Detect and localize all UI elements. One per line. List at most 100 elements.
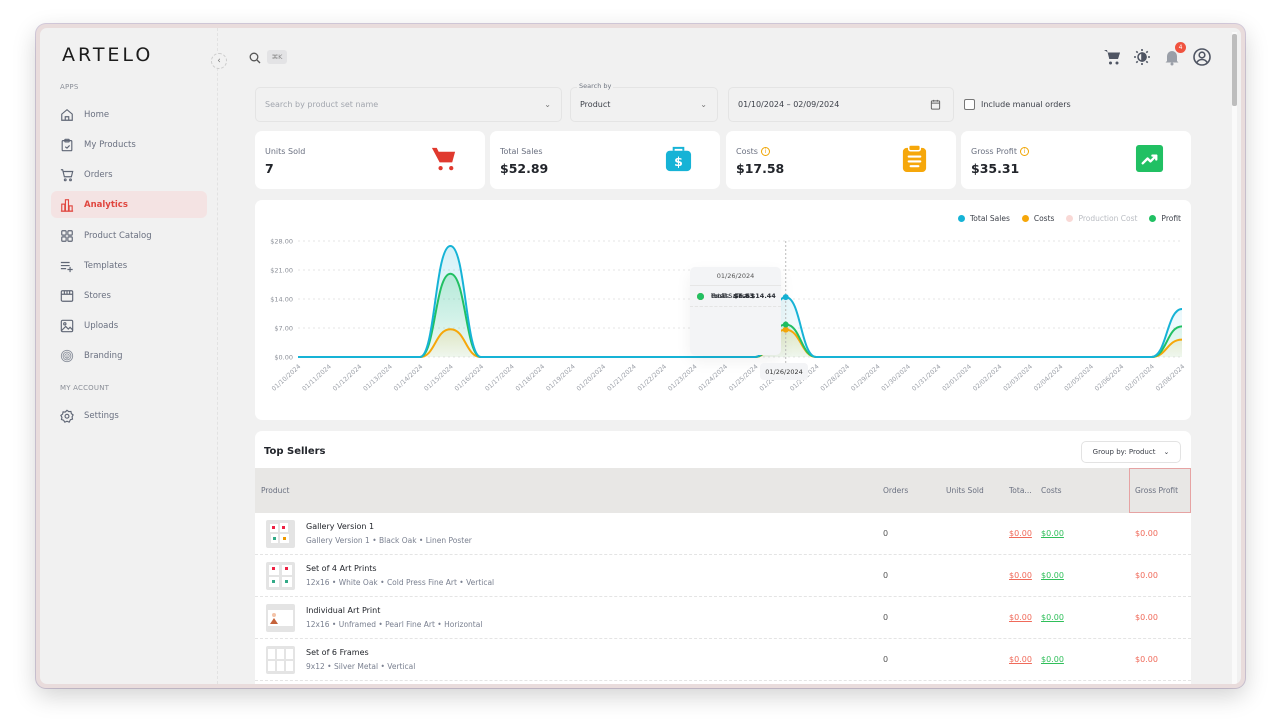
- y-tick-label: $21.00: [270, 267, 293, 275]
- gross-profit-value: $0.00: [1135, 655, 1158, 664]
- col-product[interactable]: Product: [261, 486, 289, 495]
- col-orders[interactable]: Orders: [883, 486, 908, 495]
- total-sales-link[interactable]: $0.00: [1009, 655, 1032, 664]
- x-tick-label: 01/30/2024: [880, 363, 912, 392]
- shopping-cart-icon: [1104, 50, 1120, 65]
- col-costs[interactable]: Costs: [1041, 486, 1062, 495]
- x-tick-label: 01/10/2024: [271, 363, 303, 392]
- cart-button[interactable]: [1103, 48, 1121, 66]
- app-window: ARTELO ‹ APPS Home My Products Orders An…: [36, 24, 1245, 688]
- costs-link[interactable]: $0.00: [1041, 613, 1064, 622]
- costs-link[interactable]: $0.00: [1041, 529, 1064, 538]
- info-icon[interactable]: i: [1019, 147, 1029, 156]
- sidebar-item-my-products[interactable]: My Products: [51, 131, 207, 158]
- notifications-button[interactable]: 4: [1163, 42, 1186, 66]
- gear-icon: [60, 409, 74, 423]
- date-range-value: 01/10/2024 – 02/09/2024: [738, 100, 840, 109]
- col-gross-profit[interactable]: Gross Profit: [1135, 486, 1178, 495]
- collapse-sidebar-button[interactable]: ‹: [211, 53, 227, 69]
- theme-toggle-button[interactable]: [1133, 48, 1151, 66]
- product-name[interactable]: Gallery Version 1: [306, 522, 374, 531]
- x-tick-label: 01/11/2024: [301, 363, 333, 392]
- sidebar-item-settings[interactable]: Settings: [51, 402, 207, 429]
- product-thumbnail: [266, 604, 295, 632]
- search-shortcut-badge[interactable]: ⌘K: [267, 50, 287, 64]
- gross-profit-value: $0.00: [1135, 613, 1158, 622]
- search-icon[interactable]: [249, 52, 261, 64]
- x-axis-crosshair-label: 01/26/2024: [760, 363, 808, 380]
- x-tick-label: 01/15/2024: [423, 363, 455, 392]
- group-by-value: Group by: Product: [1092, 448, 1156, 456]
- x-tick-label: 02/06/2024: [1094, 363, 1126, 392]
- search-by-select[interactable]: Search by Product ⌄: [570, 82, 718, 122]
- stat-card-total-sales: Total Sales $52.89 $: [490, 131, 720, 189]
- account-avatar-button[interactable]: [1193, 48, 1211, 66]
- x-tick-label: 01/12/2024: [332, 363, 364, 392]
- col-units-sold[interactable]: Units Sold: [946, 486, 984, 495]
- sidebar-item-label: My Products: [84, 139, 136, 150]
- x-tick-label: 01/28/2024: [819, 363, 851, 392]
- section-label-apps: APPS: [60, 83, 79, 91]
- chevron-down-icon: ⌄: [700, 100, 707, 109]
- product-name[interactable]: Set of 6 Frames: [306, 648, 369, 657]
- grid-icon: [61, 229, 73, 242]
- x-tick-label: 01/24/2024: [697, 363, 729, 392]
- total-sales-link[interactable]: $0.00: [1009, 613, 1032, 622]
- sidebar-item-analytics[interactable]: Analytics: [51, 191, 207, 218]
- gross-profit-value: $0.00: [1135, 571, 1158, 580]
- table-row[interactable]: Set of 6 Frames 9x12 • Silver Metal • Ver…: [255, 639, 1191, 681]
- trending-up-icon: [1135, 144, 1164, 173]
- product-thumbnail: [266, 520, 295, 548]
- sidebar-item-orders[interactable]: Orders: [51, 161, 207, 188]
- costs-link[interactable]: $0.00: [1041, 655, 1064, 664]
- checkbox-box[interactable]: [964, 99, 975, 110]
- x-tick-label: 02/03/2024: [1002, 363, 1034, 392]
- chevron-down-icon: ⌄: [544, 100, 551, 109]
- store-icon: [60, 289, 74, 302]
- group-by-dropdown[interactable]: Group by: Product ⌄: [1081, 441, 1181, 463]
- calendar-icon[interactable]: [930, 99, 941, 110]
- include-manual-orders-checkbox[interactable]: Include manual orders: [964, 99, 1071, 110]
- product-name[interactable]: Individual Art Print: [306, 606, 380, 615]
- x-tick-label: 02/04/2024: [1033, 363, 1065, 392]
- product-set-search-input[interactable]: Search by product set name ⌄: [255, 87, 562, 122]
- brightness-icon: [1134, 49, 1150, 65]
- col-total-sales[interactable]: Tota...: [1009, 486, 1032, 495]
- sidebar-item-uploads[interactable]: Uploads: [51, 312, 207, 339]
- tooltip-label: Profit:: [711, 292, 731, 300]
- logo[interactable]: ARTELO: [62, 44, 153, 66]
- product-set-search-placeholder: Search by product set name: [265, 100, 379, 109]
- sidebar-item-label: Uploads: [84, 320, 119, 331]
- product-details: 12x16 • White Oak • Cold Press Fine Art …: [306, 578, 495, 587]
- table-row[interactable]: Gallery Version 1 Gallery Version 1 • Bla…: [255, 513, 1191, 555]
- scrollbar-thumb[interactable]: [1232, 34, 1237, 106]
- info-icon[interactable]: i: [760, 147, 770, 156]
- x-tick-label: 01/17/2024: [484, 363, 516, 392]
- fingerprint-icon: [60, 349, 74, 362]
- stat-label-text: Costs: [736, 147, 758, 156]
- total-sales-link[interactable]: $0.00: [1009, 529, 1032, 538]
- stat-value: 7: [265, 161, 274, 176]
- cart-icon: [60, 168, 74, 181]
- topbar-actions: 4: [1103, 42, 1211, 66]
- tooltip-dot: [697, 292, 704, 300]
- search-by-value: Product: [580, 100, 611, 109]
- sidebar-item-stores[interactable]: Stores: [51, 282, 207, 309]
- page-scrollbar[interactable]: [1232, 32, 1237, 684]
- product-name[interactable]: Set of 4 Art Prints: [306, 564, 377, 573]
- x-tick-label: 01/18/2024: [515, 363, 547, 392]
- costs-link[interactable]: $0.00: [1041, 571, 1064, 580]
- table-row[interactable]: Set of 4 Art Prints 12x16 • White Oak • C…: [255, 555, 1191, 597]
- sidebar-item-branding[interactable]: Branding: [51, 342, 207, 369]
- money-bag-icon: $: [665, 146, 692, 172]
- table-row[interactable]: Individual Art Print 12x16 • Unframed • P…: [255, 597, 1191, 639]
- sidebar-item-templates[interactable]: Templates: [51, 252, 207, 279]
- date-range-picker[interactable]: 01/10/2024 – 02/09/2024: [728, 87, 954, 122]
- notification-count-badge: 4: [1175, 42, 1186, 53]
- product-details: Gallery Version 1 • Black Oak • Linen Po…: [306, 536, 472, 545]
- tooltip-date: 01/26/2024: [690, 267, 781, 286]
- total-sales-link[interactable]: $0.00: [1009, 571, 1032, 580]
- sidebar-item-product-catalog[interactable]: Product Catalog: [51, 222, 207, 249]
- x-tick-label: 02/02/2024: [972, 363, 1004, 392]
- sidebar-item-home[interactable]: Home: [51, 101, 207, 128]
